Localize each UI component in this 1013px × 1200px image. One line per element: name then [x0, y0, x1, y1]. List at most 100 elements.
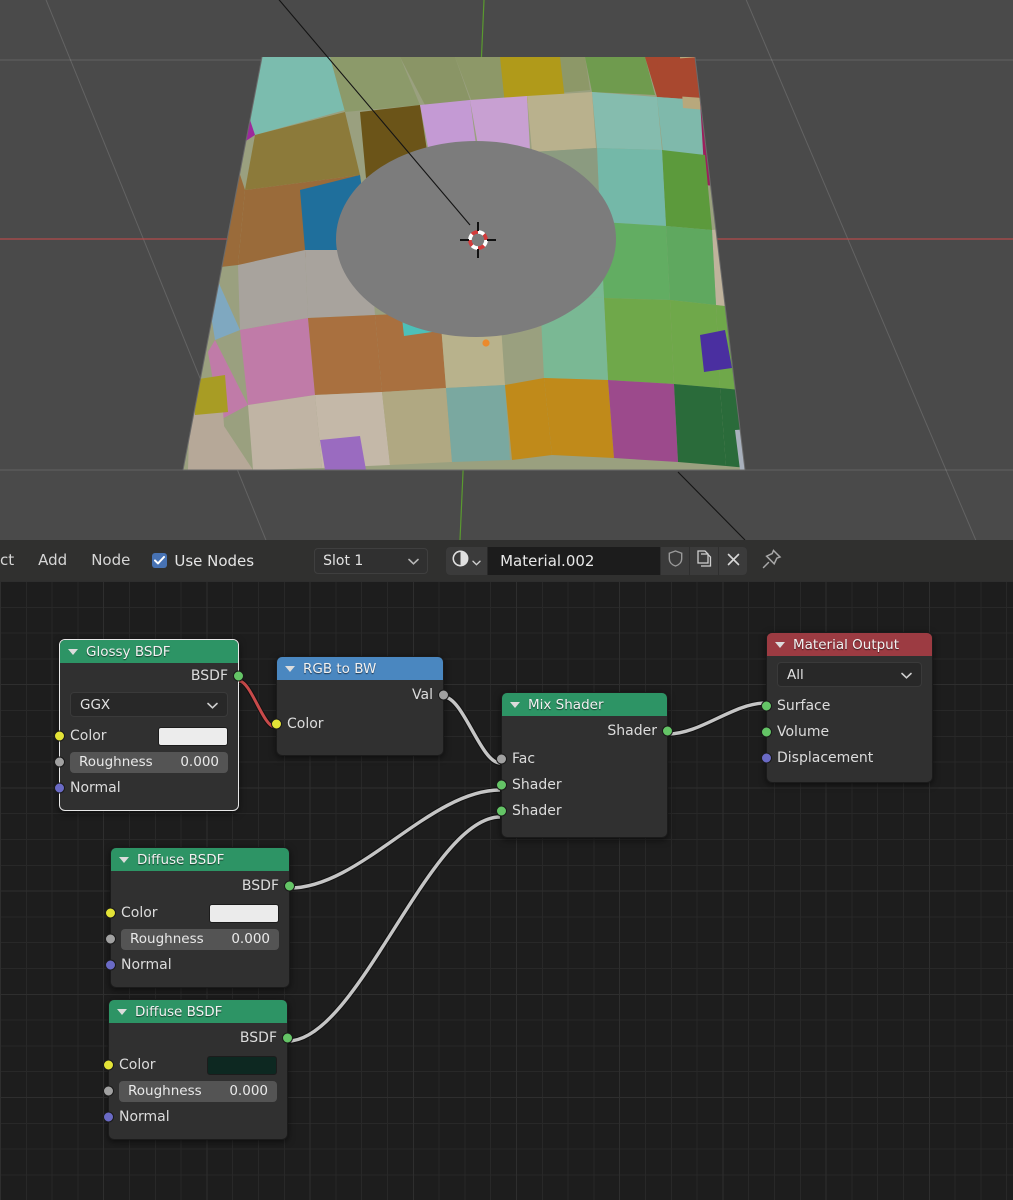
output-label: Val	[412, 686, 433, 703]
socket-in-vector[interactable]	[54, 782, 65, 794]
socket-out-shader[interactable]	[284, 880, 295, 891]
node-header-glossy-bsdf[interactable]: Glossy BSDF	[60, 640, 238, 663]
node-header-rgb-to-bw[interactable]: RGB to BW	[277, 657, 443, 680]
socket-in-vector[interactable]	[761, 752, 772, 764]
node-header-diffuse-bsdf-1[interactable]: Diffuse BSDF	[111, 848, 289, 871]
node-input-shader-1[interactable]: Shader	[496, 772, 667, 798]
node-input-color[interactable]: Color	[103, 1052, 287, 1078]
3d-cursor-icon	[460, 222, 496, 258]
fake-user-button[interactable]	[660, 546, 690, 575]
color-swatch[interactable]	[207, 1055, 277, 1075]
socket-out-value[interactable]	[438, 689, 449, 700]
input-label: Color	[70, 728, 107, 744]
input-label: Shader	[512, 777, 562, 793]
node-output-shader[interactable]: Shader	[502, 716, 673, 746]
socket-out-shader[interactable]	[662, 725, 673, 737]
collapse-triangle-icon[interactable]	[68, 648, 78, 655]
link-diffuse2-to-mix-shader2	[287, 815, 501, 1043]
node-input-volume[interactable]: Volume	[761, 719, 932, 745]
node-input-normal[interactable]: Normal	[105, 952, 289, 978]
menu-node[interactable]: Node	[79, 540, 142, 581]
socket-in-vector[interactable]	[105, 959, 116, 971]
node-input-normal[interactable]: Normal	[103, 1104, 287, 1130]
material-browse-button[interactable]	[446, 546, 489, 575]
shader-node-editor-canvas[interactable]: Glossy BSDF BSDF GGX Color Roughness 0.0…	[0, 581, 1013, 1200]
roughness-slider[interactable]: Roughness 0.000	[119, 1080, 277, 1102]
socket-in-shader[interactable]	[496, 779, 507, 791]
node-output-bsdf[interactable]: BSDF	[60, 663, 244, 689]
node-glossy-bsdf[interactable]: Glossy BSDF BSDF GGX Color Roughness 0.0…	[54, 639, 244, 811]
collapse-triangle-icon[interactable]	[117, 1008, 127, 1015]
target-dropdown[interactable]: All	[777, 662, 922, 687]
duplicate-material-button[interactable]	[689, 546, 719, 575]
output-label: BSDF	[190, 668, 228, 684]
socket-in-color[interactable]	[105, 907, 116, 919]
socket-in-shader[interactable]	[496, 805, 507, 817]
node-header-mix-shader[interactable]: Mix Shader	[502, 693, 667, 716]
material-datablock-group: Material.002	[446, 546, 748, 575]
roughness-slider[interactable]: Roughness 0.000	[121, 928, 279, 950]
collapse-triangle-icon[interactable]	[285, 665, 295, 672]
socket-in-shader[interactable]	[761, 700, 772, 712]
close-icon	[727, 551, 740, 570]
node-input-normal[interactable]: Normal	[54, 775, 238, 801]
material-name-field[interactable]: Material.002	[488, 546, 661, 575]
node-rgb-to-bw[interactable]: RGB to BW Val Color	[271, 656, 449, 756]
node-title: Diffuse BSDF	[135, 1003, 223, 1020]
node-material-output[interactable]: Material Output All Surface Volume Displ…	[761, 632, 933, 783]
material-name-value: Material.002	[500, 551, 595, 570]
socket-out-shader[interactable]	[282, 1032, 293, 1043]
socket-in-shader[interactable]	[761, 726, 772, 738]
node-header-material-output[interactable]: Material Output	[767, 633, 932, 656]
socket-in-vector[interactable]	[103, 1111, 114, 1123]
collapse-triangle-icon[interactable]	[775, 641, 785, 648]
color-swatch[interactable]	[209, 903, 279, 923]
pin-id-button[interactable]	[761, 548, 783, 574]
input-label: Normal	[119, 1109, 170, 1125]
roughness-slider[interactable]: Roughness 0.000	[70, 751, 228, 773]
distribution-dropdown[interactable]: GGX	[70, 692, 228, 717]
menu-select[interactable]: ct	[0, 540, 26, 581]
node-input-color[interactable]: Color	[271, 709, 443, 739]
node-input-shader-2[interactable]: Shader	[496, 798, 667, 824]
node-input-displacement[interactable]: Displacement	[761, 745, 932, 771]
socket-in-value[interactable]	[496, 753, 507, 765]
node-header-diffuse-bsdf-2[interactable]: Diffuse BSDF	[109, 1000, 287, 1023]
socket-out-shader[interactable]	[233, 670, 244, 682]
node-diffuse-bsdf-2[interactable]: Diffuse BSDF BSDF Color Roughness 0.000	[103, 999, 293, 1140]
node-input-roughness[interactable]: Roughness 0.000	[105, 926, 289, 952]
node-output-bsdf[interactable]: BSDF	[109, 1023, 293, 1052]
menu-add[interactable]: Add	[26, 540, 79, 581]
output-label: BSDF	[241, 877, 279, 894]
use-nodes-toggle[interactable]: Use Nodes	[152, 552, 254, 570]
node-title: RGB to BW	[303, 660, 377, 677]
node-input-color[interactable]: Color	[105, 900, 289, 926]
node-input-color[interactable]: Color	[54, 723, 238, 749]
slider-label: Roughness	[130, 931, 204, 947]
socket-in-value[interactable]	[54, 756, 65, 768]
collapse-triangle-icon[interactable]	[119, 856, 129, 863]
input-label: Color	[119, 1057, 156, 1073]
node-output-val[interactable]: Val	[277, 680, 449, 709]
checkbox-checked-icon[interactable]	[152, 553, 168, 568]
socket-in-value[interactable]	[103, 1085, 114, 1097]
node-input-roughness[interactable]: Roughness 0.000	[54, 749, 238, 775]
node-input-surface[interactable]: Surface	[761, 693, 932, 719]
socket-in-color[interactable]	[271, 718, 282, 730]
node-mix-shader[interactable]: Mix Shader Shader Fac Shader Shader	[496, 692, 673, 838]
3d-viewport[interactable]	[0, 0, 1013, 540]
input-label: Color	[287, 716, 324, 732]
socket-in-color[interactable]	[103, 1059, 114, 1071]
unlink-material-button[interactable]	[718, 546, 748, 575]
input-label: Volume	[777, 724, 830, 740]
node-input-fac[interactable]: Fac	[496, 746, 667, 772]
chevron-down-icon	[901, 667, 912, 683]
node-diffuse-bsdf-1[interactable]: Diffuse BSDF BSDF Color Roughness 0.000	[105, 847, 295, 988]
collapse-triangle-icon[interactable]	[510, 701, 520, 708]
socket-in-color[interactable]	[54, 730, 65, 742]
node-input-roughness[interactable]: Roughness 0.000	[103, 1078, 287, 1104]
color-swatch[interactable]	[158, 726, 228, 746]
socket-in-value[interactable]	[105, 933, 116, 945]
node-output-bsdf[interactable]: BSDF	[111, 871, 295, 900]
material-slot-dropdown[interactable]: Slot 1	[314, 547, 429, 574]
